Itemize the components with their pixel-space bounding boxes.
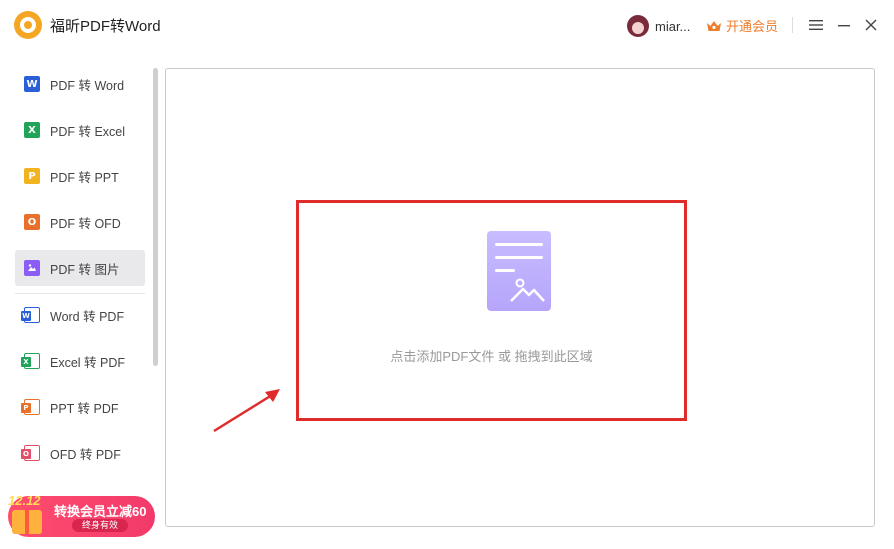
close-button[interactable]: [861, 15, 881, 35]
close-icon: [865, 19, 877, 31]
excel-to-pdf-icon: X: [21, 353, 40, 369]
menu-icon: [809, 20, 823, 30]
toolbar-divider: [792, 17, 793, 33]
sidebar-scrollbar[interactable]: [153, 68, 158, 366]
promo-date: 12.12: [8, 493, 41, 508]
avatar[interactable]: [627, 15, 649, 37]
sidebar-item-pdf-to-ofd[interactable]: O PDF 转 OFD: [15, 204, 145, 240]
menu-button[interactable]: [806, 15, 826, 35]
title-bar: 福昕PDF转Word miar... 开通会员: [0, 0, 894, 52]
image-icon: [24, 260, 40, 276]
username[interactable]: miar...: [655, 19, 690, 34]
excel-icon: X: [24, 122, 40, 138]
sidebar: W PDF 转 Word X PDF 转 Excel P PDF 转 PPT O…: [0, 52, 160, 549]
annotation-arrow: [213, 389, 280, 433]
word-icon: W: [24, 76, 40, 92]
minimize-button[interactable]: [834, 15, 854, 35]
sidebar-item-label: PDF 转 OFD: [50, 216, 121, 231]
word-to-pdf-icon: W: [21, 307, 40, 323]
app-logo-icon: [14, 11, 42, 39]
vip-button[interactable]: 开通会员: [706, 16, 778, 35]
promo-subtitle: 终身有效: [72, 519, 129, 532]
sidebar-item-label: Excel 转 PDF: [50, 355, 126, 370]
ofd-icon: O: [24, 214, 40, 230]
sidebar-item-ofd-to-pdf[interactable]: O OFD 转 PDF: [15, 435, 145, 471]
sidebar-item-excel-to-pdf[interactable]: X Excel 转 PDF: [15, 343, 145, 379]
sidebar-divider: [15, 293, 145, 294]
sidebar-item-label: Word 转 PDF: [50, 309, 125, 324]
sidebar-item-pdf-to-ppt[interactable]: P PDF 转 PPT: [15, 158, 145, 194]
app-title: 福昕PDF转Word: [50, 18, 161, 35]
sidebar-item-label: OFD 转 PDF: [50, 447, 121, 462]
pdf-image-document-icon: [487, 231, 551, 311]
sidebar-item-word-to-pdf[interactable]: W Word 转 PDF: [15, 297, 145, 333]
ppt-to-pdf-icon: P: [21, 399, 40, 415]
promo-banner[interactable]: 12.12 转换会员立减60 终身有效: [8, 493, 155, 537]
ofd-to-pdf-icon: O: [21, 445, 40, 461]
gift-icon: [12, 510, 42, 534]
vip-label[interactable]: 开通会员: [726, 16, 778, 35]
sidebar-item-ppt-to-pdf[interactable]: P PPT 转 PDF: [15, 389, 145, 425]
ppt-icon: P: [24, 168, 40, 184]
drop-hint-text[interactable]: 点击添加PDF文件 或 拖拽到此区域: [296, 346, 687, 365]
sidebar-item-label: PPT 转 PDF: [50, 401, 119, 416]
sidebar-item-label: PDF 转 Word: [50, 78, 125, 93]
crown-icon: [707, 20, 721, 31]
sidebar-item-pdf-to-word[interactable]: W PDF 转 Word: [15, 66, 145, 102]
minimize-icon: [838, 25, 850, 27]
sidebar-item-pdf-to-image[interactable]: PDF 转 图片: [15, 250, 145, 286]
promo-title: 转换会员立减60: [54, 504, 147, 519]
user-account[interactable]: miar...: [627, 13, 690, 39]
sidebar-item-label: PDF 转 PPT: [50, 170, 119, 185]
sidebar-item-label: PDF 转 图片: [50, 262, 120, 277]
sidebar-item-label: PDF 转 Excel: [50, 124, 126, 139]
sidebar-item-pdf-to-excel[interactable]: X PDF 转 Excel: [15, 112, 145, 148]
